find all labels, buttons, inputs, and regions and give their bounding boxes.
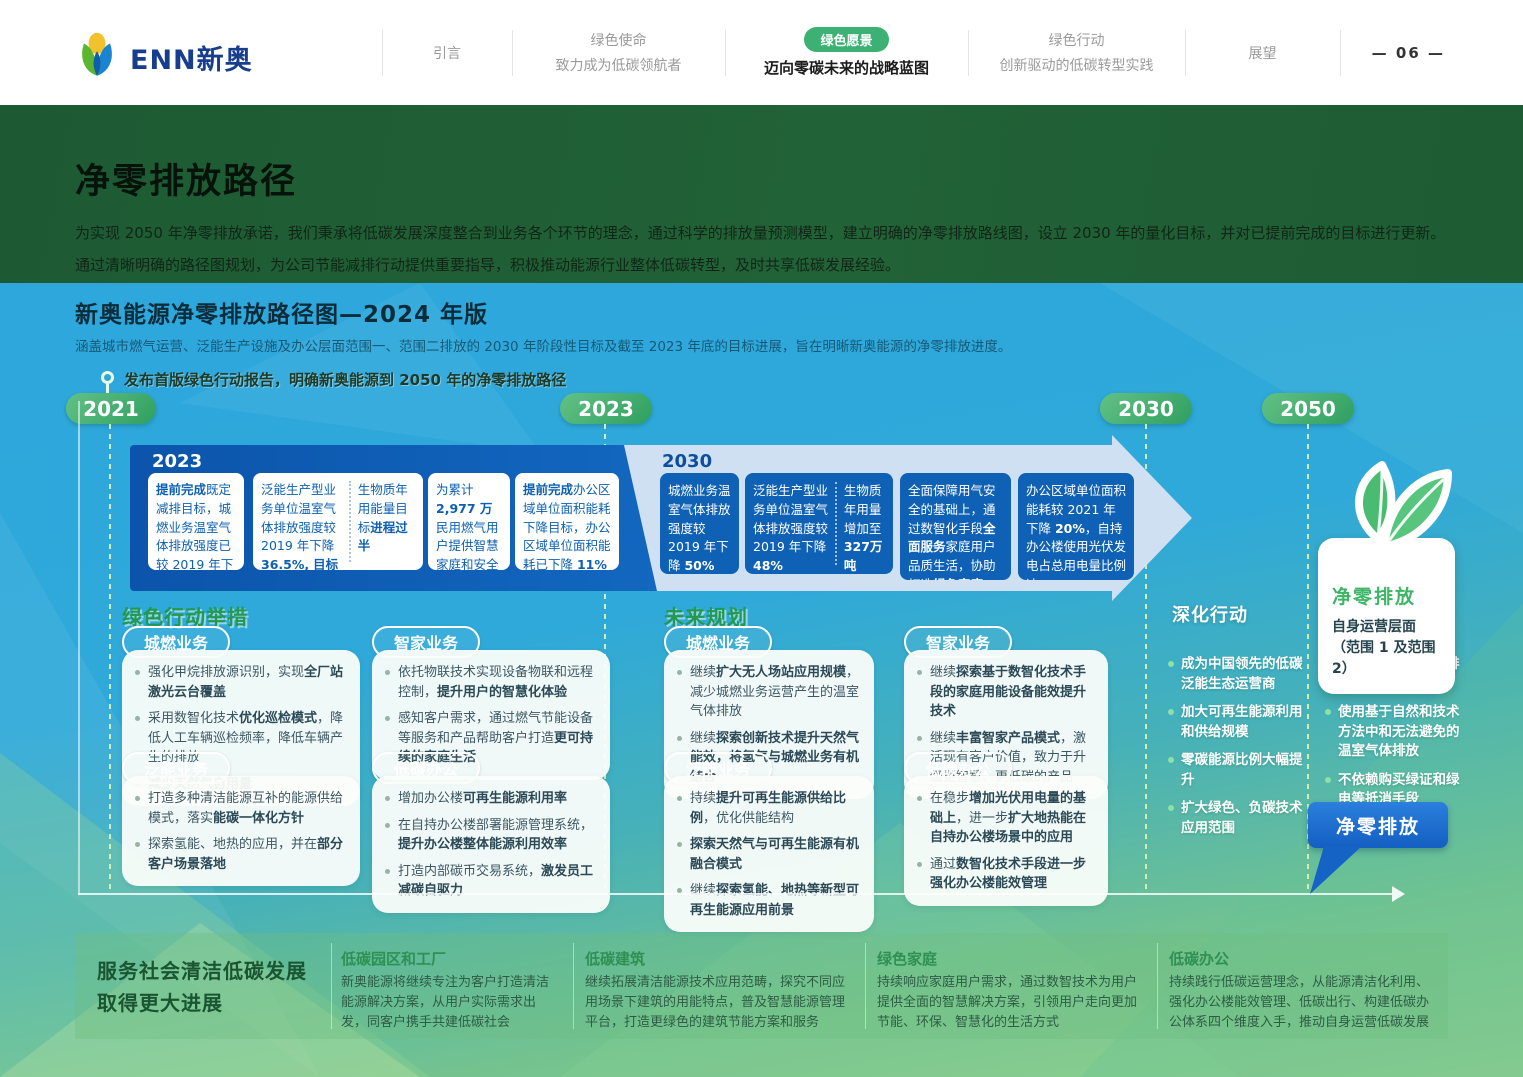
page-number: — 06 — xyxy=(1372,0,1445,105)
year-pill-2030: 2030 xyxy=(1100,393,1192,424)
year-pill-2023: 2023 xyxy=(560,393,652,424)
netzero-badge-scope-line2: （范围 1 及范围 2） xyxy=(1332,638,1441,680)
leaves-icon xyxy=(1342,455,1462,559)
arrow-label-2023: 2023 xyxy=(152,451,202,472)
report-page: ENN新奥 引言 绿色使命 致力成为低碳领航者 绿色愿景 迈向零碳未来的战略蓝图… xyxy=(0,0,1523,1077)
hero-band: 净零排放路径 为实现 2050 年净零排放承诺，我们秉承将低碳发展深度整合到业务… xyxy=(0,105,1523,283)
nav-divider xyxy=(1340,30,1341,76)
footer-col-family-heading: 绿色家庭 xyxy=(877,948,937,969)
card-actions-panenergy: 打造多种清洁能源互补的能源供给模式，落实能碳一体化方针 探索氢能、地热的应用，并… xyxy=(122,776,360,886)
diagram-title: 新奥能源净零排放路径图—2024 年版 xyxy=(75,295,488,329)
nav-item-green-action[interactable]: 绿色行动 创新驱动的低碳转型实践 xyxy=(968,0,1185,105)
target-box-2030-panenergy: 泛能生产型业务单位温室气体排放强度较 2019 年下降 48% 生物质年用量增加… xyxy=(745,473,893,574)
nav-item-intro[interactable]: 引言 xyxy=(382,0,512,105)
arrow-label-2030: 2030 xyxy=(662,451,712,472)
milestone-box-2023-smarthome: 为累计2,977 万民用燃气用户提供智慧家庭和安全服务 xyxy=(428,473,510,570)
band-divider xyxy=(331,943,332,1029)
axis-arrow-icon xyxy=(1392,886,1405,902)
footer-col-family-body: 持续响应家庭用户需求，通过数智技术为用户提供全面的智慧解决方案，引领用户走向更加… xyxy=(877,973,1143,1033)
netzero-callout-tail xyxy=(1310,846,1366,900)
milestone-box-2023-citygas: 提前完成既定减排目标，城燃业务温室气体排放强度已较 2019 年下降 28.5% xyxy=(148,473,244,570)
footer-col-buildings-body: 继续拓展清洁能源技术应用范畴，探究不同应用场景下建筑的用能特点，普及智慧能源管理… xyxy=(585,973,851,1033)
pin-icon xyxy=(101,371,114,384)
netzero-badge-scope-line1: 自身运营层面 xyxy=(1332,617,1441,638)
enn-logo-text: ENN新奥 xyxy=(130,38,253,77)
chart-axis-vertical xyxy=(78,401,80,895)
nav-item-green-mission[interactable]: 绿色使命 致力成为低碳领航者 xyxy=(512,0,725,105)
band-divider xyxy=(1157,943,1158,1029)
society-progress-band: 服务社会清洁低碳发展 取得更大进展 低碳园区和工厂 新奥能源将继续专注为客户打造… xyxy=(75,933,1448,1039)
chart-axis-horizontal xyxy=(78,893,1392,895)
milestone-box-2023-office: 提前完成办公区域单位面积能耗下降目标，办公区域单位面积能耗已下降 11% xyxy=(515,473,619,570)
section-heading-deepen: 深化行动 xyxy=(1172,601,1248,627)
footer-col-buildings-heading: 低碳建筑 xyxy=(585,948,645,969)
footer-col-parks-heading: 低碳园区和工厂 xyxy=(341,948,446,969)
target-box-2030-office: 办公区域单位面积能耗较 2021 年下降 20%，自持办公楼使用光伏发电占总用电… xyxy=(1018,473,1134,580)
pathway-diagram: 新奥能源净零排放路径图—2024 年版 涵盖城市燃气运营、泛能生产设施及办公层面… xyxy=(0,283,1523,1077)
band-divider xyxy=(865,943,866,1029)
top-nav-bar: ENN新奥 引言 绿色使命 致力成为低碳领航者 绿色愿景 迈向零碳未来的战略蓝图… xyxy=(0,0,1523,105)
netzero-badge-title: 净零排放 xyxy=(1332,582,1441,609)
milestone-2021-note: 发布首版绿色行动报告，明确新奥能源到 2050 年的净零排放路径 xyxy=(124,369,566,390)
diagram-subtitle: 涵盖城市燃气运营、泛能生产设施及办公层面范围一、范围二排放的 2030 年阶段性… xyxy=(75,335,1011,355)
milestone-box-2023-panenergy: 泛能生产型业务单位温室气体排放强度较 2019 年下降 36.5%, 目标进程过… xyxy=(253,473,423,570)
netzero-callout-bubble: 净零排放 xyxy=(1308,802,1448,848)
netzero-badge: 净零排放 自身运营层面 （范围 1 及范围 2） xyxy=(1318,538,1455,694)
page-title: 净零排放路径 xyxy=(75,153,297,204)
footer-col-office-body: 持续践行低碳运营理念，从能源清洁化利用、强化办公楼能效管理、低碳出行、构建低碳办… xyxy=(1169,973,1437,1033)
nav-item-green-vision-active[interactable]: 绿色愿景 迈向零碳未来的战略蓝图 xyxy=(725,0,968,105)
timeline-dash-2021 xyxy=(109,424,111,894)
deepen-actions-list: 成为中国领先的低碳泛能生态运营商 加大可再生能源利用和供给规模 零碳能源比例大幅… xyxy=(1168,655,1314,848)
enn-logo[interactable]: ENN新奥 xyxy=(74,30,253,84)
target-box-2030-smarthome: 全面保障用气安全的基础上，通过数智化手段全面服务家庭用户品质生活，协助打造绿色家… xyxy=(900,473,1011,580)
band-divider xyxy=(573,943,574,1029)
footer-col-office-heading: 低碳办公 xyxy=(1169,948,1229,969)
card-future-office: 在稳步增加光伏用电量的基础上，进一步扩大地热能在自持办公楼场景中的应用 通过数智… xyxy=(904,776,1108,906)
enn-leaf-icon xyxy=(74,30,120,84)
intro-paragraph: 为实现 2050 年净零排放承诺，我们秉承将低碳发展深度整合到业务各个环节的理念… xyxy=(75,217,1455,282)
nav-item-outlook[interactable]: 展望 xyxy=(1185,0,1340,105)
target-box-2030-citygas: 城燃业务温室气体排放强度较 2019 年下降 50% xyxy=(660,473,739,574)
card-future-panenergy: 持续提升可再生能源供给比例，优化供能结构 探索天然气与可再生能源有机融合模式 继… xyxy=(664,776,874,932)
year-pill-2050: 2050 xyxy=(1262,393,1354,424)
footer-col-parks-body: 新奥能源将继续专注为客户打造清洁能源解决方案，从用户实际需求出发，同客户携手共建… xyxy=(341,973,559,1033)
society-progress-title: 服务社会清洁低碳发展 取得更大进展 xyxy=(97,955,307,1019)
